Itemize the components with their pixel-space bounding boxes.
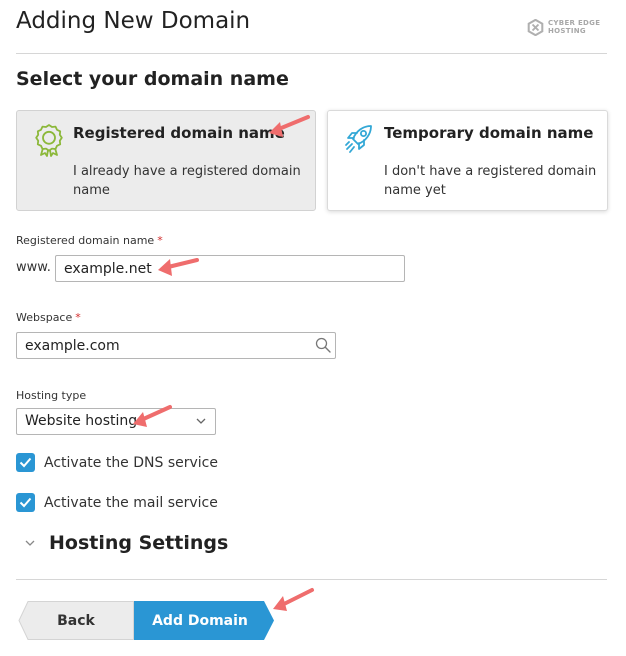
badge-icon — [35, 124, 63, 157]
www-prefix: www. — [16, 260, 51, 275]
rocket-icon — [345, 125, 372, 153]
annotation-arrow-icon — [269, 115, 310, 137]
add-domain-button[interactable]: Add Domain — [134, 601, 266, 640]
required-mark: * — [157, 234, 163, 247]
option-description: I already have a registered domain name — [73, 164, 301, 198]
hosting-type-label: Hosting type — [16, 389, 87, 402]
logo-text: CYBER EDGE HOSTING — [548, 19, 601, 35]
footer-divider — [16, 579, 607, 580]
header-divider — [16, 53, 607, 54]
checkmark-icon — [19, 457, 32, 468]
option-title: Temporary domain name — [384, 124, 594, 142]
option-temporary-domain[interactable]: Temporary domain name I don't have a reg… — [327, 110, 608, 211]
webspace-field-label: Webspace * — [16, 311, 81, 324]
mail-checkbox-label: Activate the mail service — [44, 494, 218, 511]
annotation-arrow-icon — [273, 588, 314, 611]
page-title: Adding New Domain — [16, 8, 251, 34]
chevron-down-icon — [25, 540, 35, 546]
dns-checkbox[interactable] — [16, 453, 35, 472]
annotation-arrow-icon — [133, 405, 172, 427]
dns-checkbox-label: Activate the DNS service — [44, 454, 218, 471]
hosting-type-value: Website hosting — [25, 413, 138, 429]
webspace-input[interactable] — [16, 332, 336, 359]
search-icon[interactable] — [315, 337, 331, 353]
mail-service-option[interactable]: Activate the mail service — [16, 493, 218, 512]
annotation-arrow-icon — [158, 258, 199, 276]
chevron-down-icon — [196, 418, 206, 424]
option-description: I don't have a registered domain name ye… — [384, 164, 597, 198]
mail-checkbox[interactable] — [16, 493, 35, 512]
hosting-type-select[interactable]: Website hosting — [16, 408, 216, 435]
domain-field-label: Registered domain name * — [16, 234, 163, 247]
logo-mark-icon — [527, 18, 544, 36]
checkmark-icon — [19, 497, 32, 508]
back-button[interactable]: Back — [18, 601, 134, 640]
domain-name-input[interactable] — [55, 255, 405, 282]
hosting-settings-toggle[interactable]: Hosting Settings — [25, 532, 228, 554]
hosting-settings-title: Hosting Settings — [49, 532, 229, 554]
company-logo: CYBER EDGE HOSTING — [527, 16, 603, 38]
required-mark: * — [75, 311, 81, 324]
section-title: Select your domain name — [16, 68, 289, 90]
dns-service-option[interactable]: Activate the DNS service — [16, 453, 218, 472]
option-title: Registered domain name — [73, 124, 285, 142]
